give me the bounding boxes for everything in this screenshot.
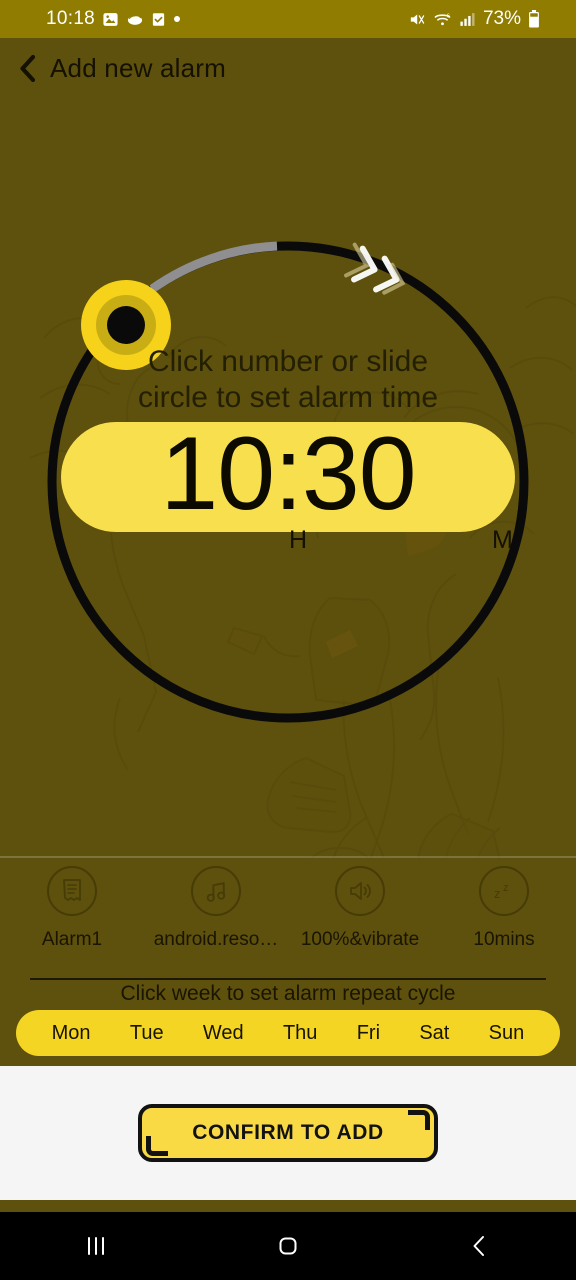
battery-percent: 73% bbox=[482, 8, 521, 29]
option-snooze[interactable]: zz 10mins bbox=[432, 866, 576, 976]
back-chevron-icon[interactable] bbox=[14, 53, 40, 83]
mute-icon bbox=[407, 11, 426, 28]
option-label: 100%&vibrate bbox=[300, 929, 420, 950]
page-title: Add new alarm bbox=[50, 52, 227, 83]
dial-hint-text: Click number or slide circle to set alar… bbox=[34, 344, 542, 416]
option-volume[interactable]: 100%&vibrate bbox=[288, 866, 432, 976]
option-alarm-name[interactable]: Alarm1 bbox=[0, 866, 144, 976]
volume-icon bbox=[335, 866, 385, 916]
week-day-sat[interactable]: Sat bbox=[419, 1022, 449, 1045]
option-label: Alarm1 bbox=[41, 929, 103, 950]
week-day-tue[interactable]: Tue bbox=[130, 1022, 164, 1045]
status-time: 10:18 bbox=[46, 8, 96, 29]
dial-progress-arc bbox=[149, 241, 278, 293]
option-ringtone[interactable]: android.reso… bbox=[144, 866, 288, 976]
alarm-options-row: Alarm1 android.reso… 100%&vibrate zz 10m… bbox=[0, 866, 576, 976]
dial-hint-line-1: Click number or slide bbox=[147, 345, 429, 378]
image-icon bbox=[102, 11, 119, 28]
week-hint-text: Click week to set alarm repeat cycle bbox=[120, 982, 456, 1005]
wifi-icon: 6 bbox=[433, 11, 452, 28]
week-day-thu[interactable]: Thu bbox=[283, 1022, 317, 1045]
svg-text:z: z bbox=[503, 882, 509, 894]
week-day-selector[interactable]: Mon Tue Wed Thu Fri Sat Sun bbox=[16, 1010, 560, 1056]
minute-unit-label: M bbox=[492, 526, 513, 554]
week-day-sun[interactable]: Sun bbox=[489, 1022, 525, 1045]
week-day-fri[interactable]: Fri bbox=[357, 1022, 380, 1045]
dial-hint-line-2: circle to set alarm time bbox=[137, 381, 439, 414]
alarm-time-dial[interactable]: Click number or slide circle to set alar… bbox=[34, 226, 542, 736]
option-label: android.reso… bbox=[153, 929, 279, 950]
alarm-time-pill[interactable]: 10:30 bbox=[61, 422, 515, 532]
back-icon[interactable] bbox=[384, 1233, 576, 1259]
option-label: 10mins bbox=[473, 929, 535, 950]
bottom-action-panel: CONFIRM TO ADD bbox=[0, 1066, 576, 1200]
week-divider bbox=[30, 978, 546, 980]
battery-icon bbox=[528, 10, 540, 28]
confirm-to-add-button[interactable]: CONFIRM TO ADD bbox=[138, 1104, 438, 1162]
app-screen: 10:18 6 73% Add new alarm Click number o… bbox=[0, 0, 576, 1280]
note-icon bbox=[47, 866, 97, 916]
app-header: Add new alarm bbox=[0, 38, 576, 98]
home-icon[interactable] bbox=[192, 1233, 384, 1259]
signal-icon bbox=[459, 11, 476, 28]
options-divider bbox=[0, 856, 576, 858]
cloud-icon bbox=[126, 11, 144, 28]
confirm-button-wrapper: CONFIRM TO ADD bbox=[138, 1104, 438, 1162]
svg-text:6: 6 bbox=[447, 13, 450, 19]
hour-unit-label: H bbox=[289, 526, 308, 554]
checkbox-icon bbox=[151, 11, 166, 28]
week-day-mon[interactable]: Mon bbox=[52, 1022, 91, 1045]
alarm-time-value[interactable]: 10:30 bbox=[160, 422, 416, 526]
recents-icon[interactable] bbox=[0, 1233, 192, 1259]
music-icon bbox=[191, 866, 241, 916]
week-day-wed[interactable]: Wed bbox=[203, 1022, 244, 1045]
svg-text:z: z bbox=[494, 886, 501, 901]
dot-icon bbox=[173, 15, 181, 23]
status-bar-right: 6 73% bbox=[407, 8, 562, 30]
snooze-icon: zz bbox=[479, 866, 529, 916]
status-bar-left: 10:18 bbox=[14, 8, 181, 30]
status-bar: 10:18 6 73% bbox=[0, 0, 576, 38]
system-navigation-bar bbox=[0, 1212, 576, 1280]
